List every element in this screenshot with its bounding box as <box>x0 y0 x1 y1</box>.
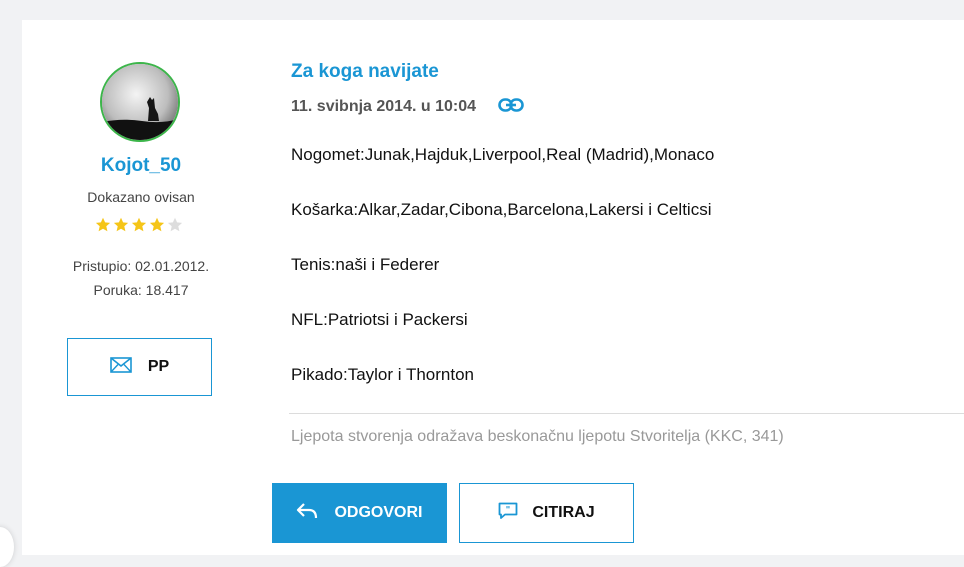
private-message-button[interactable]: PP <box>67 338 212 396</box>
star-filled-icon <box>113 217 129 232</box>
quote-bubble-icon: " <box>498 502 518 525</box>
link-icon[interactable] <box>498 98 524 117</box>
reply-button[interactable]: ODGOVORI <box>272 483 447 543</box>
star-filled-icon <box>95 217 111 232</box>
username[interactable]: Kojot_50 <box>22 155 260 177</box>
reply-arrow-icon <box>296 502 318 525</box>
post-line: Košarka:Alkar,Zadar,Cibona,Barcelona,Lak… <box>291 200 712 219</box>
post-line: Nogomet:Junak,Hajduk,Liverpool,Real (Mad… <box>291 145 715 164</box>
star-filled-icon <box>131 217 147 232</box>
avatar[interactable] <box>100 62 180 142</box>
signature-divider <box>289 413 964 414</box>
reply-label: ODGOVORI <box>334 504 423 521</box>
post-meta: 11. svibnja 2014. u 10:04 <box>291 96 524 117</box>
post-line: Tenis:naši i Federer <box>291 255 440 274</box>
post-card: Kojot_50 Dokazano ovisan Pristupio: 02.0… <box>22 20 964 555</box>
svg-text:": " <box>506 505 511 515</box>
rating-stars <box>95 217 183 232</box>
user-signature: Ljepota stvorenja odražava beskonačnu lj… <box>291 428 784 445</box>
star-empty-icon <box>167 217 183 232</box>
post-line: Pikado:Taylor i Thornton <box>291 365 475 384</box>
post-body: Nogomet:Junak,Hajduk,Liverpool,Real (Mad… <box>291 144 941 419</box>
post-title[interactable]: Za koga navijate <box>291 61 439 83</box>
chat-launcher-edge[interactable] <box>0 527 14 567</box>
post-count: Poruka: 18.417 <box>93 282 189 298</box>
user-rank: Dokazano ovisan <box>87 189 195 205</box>
pm-label: PP <box>147 358 170 375</box>
quote-button[interactable]: " CITIRAJ <box>459 483 634 543</box>
quote-label: CITIRAJ <box>532 504 595 521</box>
envelope-icon <box>110 356 132 378</box>
join-date: Pristupio: 02.01.2012. <box>72 258 210 274</box>
post-line: NFL:Patriotsi i Packersi <box>291 310 468 329</box>
star-filled-icon <box>149 217 165 232</box>
post-date: 11. svibnja 2014. u 10:04 <box>291 97 477 115</box>
